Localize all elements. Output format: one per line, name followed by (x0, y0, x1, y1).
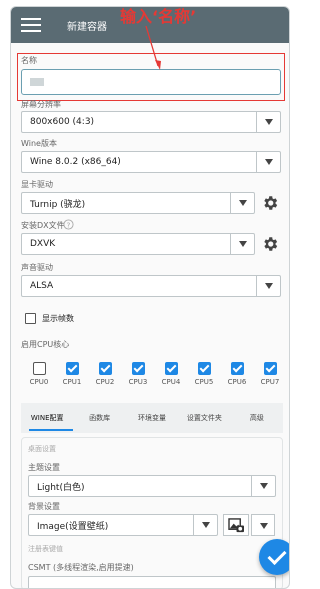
dropdown-arrow-icon (260, 523, 268, 529)
tab-folders[interactable]: 设置文件夹 (178, 413, 230, 423)
tab-bar: WINE配置 函数库 环境变量 设置文件夹 高级 (21, 403, 283, 433)
resolution-dropdown-button[interactable] (256, 112, 280, 132)
theme-select[interactable]: Light(白色) (28, 475, 276, 497)
name-label: 名称 (21, 56, 37, 65)
theme-dropdown-button[interactable] (251, 476, 275, 496)
resolution-value: 800x600 (4:3) (30, 117, 95, 127)
audio-driver-dropdown-button[interactable] (256, 276, 280, 296)
cpu-core-label: CPU5 (194, 378, 214, 386)
registry-keys-title: 注册表键值 (28, 545, 63, 553)
cpu-core-label: CPU6 (227, 378, 247, 386)
confirm-fab-button[interactable] (259, 539, 289, 575)
cpu-core-label: CPU3 (128, 378, 148, 386)
cpu-core-label: CPU0 (29, 378, 49, 386)
csmt-select[interactable] (28, 576, 276, 588)
dropdown-arrow-icon (238, 241, 247, 247)
gpu-driver-value: Turnip (骁龙) (30, 199, 86, 210)
dx-files-value: DXVK (30, 239, 56, 249)
gpu-driver-dropdown-button[interactable] (230, 193, 254, 213)
show-fps-checkbox[interactable] (25, 313, 36, 324)
page-title: 新建容器 (67, 21, 107, 33)
background-value: Image(设置壁纸) (37, 521, 109, 532)
background-label: 背景设置 (28, 502, 60, 511)
wine-version-select[interactable]: Wine 8.0.2 (x86_64) (21, 151, 281, 173)
cpu-core-label: CPU4 (161, 378, 181, 386)
cpu-core-item[interactable]: CPU4 (156, 362, 186, 386)
cpu-core-checkbox[interactable] (131, 362, 145, 375)
help-question-icon[interactable]: ? (63, 219, 74, 230)
resolution-select[interactable]: 800x600 (4:3) (21, 111, 281, 133)
audio-driver-value: ALSA (30, 281, 54, 291)
wine-version-label: Wine版本 (21, 139, 57, 148)
audio-driver-select[interactable]: ALSA (21, 275, 281, 297)
cpu-core-checkbox[interactable] (197, 362, 211, 375)
cpu-cores-label: 启用CPU核心 (21, 340, 70, 349)
wine-version-value: Wine 8.0.2 (x86_64) (30, 157, 121, 167)
tab-wine-config[interactable]: WINE配置 (21, 413, 73, 423)
show-fps-checkbox-row[interactable]: 显示帧数 (25, 313, 74, 324)
dropdown-arrow-icon (201, 522, 210, 528)
cpu-core-label: CPU2 (95, 378, 115, 386)
dx-files-select[interactable]: DXVK (21, 233, 255, 255)
cpu-core-checkbox[interactable] (263, 362, 277, 375)
cpu-core-checkbox[interactable] (65, 362, 79, 375)
desktop-settings-title: 桌面设置 (28, 445, 56, 453)
app-screen: 新建容器 名称 屏幕分辨率 800x600 (4:3) Wine版本 Wine … (10, 6, 290, 589)
audio-driver-label: 声音驱动 (21, 263, 53, 272)
gpu-driver-label: 显卡驱动 (21, 180, 53, 189)
cpu-core-item[interactable]: CPU0 (24, 362, 54, 386)
gpu-driver-select[interactable]: Turnip (骁龙) (21, 192, 255, 214)
theme-value: Light(白色) (37, 482, 85, 493)
dx-files-dropdown-button[interactable] (230, 234, 254, 254)
dropdown-arrow-icon (264, 159, 273, 165)
active-tab-indicator (29, 429, 73, 431)
cpu-core-checkbox[interactable] (164, 362, 178, 375)
svg-text:?: ? (67, 220, 71, 229)
dx-settings-gear-icon[interactable] (261, 235, 279, 253)
image-camera-icon (228, 518, 244, 533)
cpu-core-label: CPU7 (260, 378, 280, 386)
dropdown-arrow-icon (264, 283, 273, 289)
dx-files-label: 安装DX文件 (21, 221, 65, 230)
dropdown-arrow-icon (264, 119, 273, 125)
gpu-settings-gear-icon[interactable] (261, 194, 279, 212)
resolution-label: 屏幕分辨率 (21, 100, 61, 109)
name-input[interactable] (21, 69, 281, 95)
theme-label: 主题设置 (28, 463, 60, 472)
name-input-text-blurred (30, 78, 44, 86)
cpu-core-item[interactable]: CPU5 (189, 362, 219, 386)
cpu-core-label: CPU1 (62, 378, 82, 386)
cpu-core-item[interactable]: CPU1 (57, 362, 87, 386)
tab-advanced[interactable]: 高级 (231, 413, 283, 423)
wine-version-dropdown-button[interactable] (256, 152, 280, 172)
hamburger-menu-icon[interactable] (21, 18, 41, 32)
cpu-core-checkbox[interactable] (230, 362, 244, 375)
background-extra-dropdown[interactable] (251, 514, 275, 536)
annotation-label: 输入‘名称’ (120, 7, 197, 26)
csmt-label: CSMT (多线程渲染,启用提速) (28, 563, 134, 572)
cpu-core-item[interactable]: CPU3 (123, 362, 153, 386)
cpu-core-checkbox[interactable] (98, 362, 112, 375)
cpu-core-item[interactable]: CPU6 (222, 362, 252, 386)
tab-environment-variables[interactable]: 环境变量 (126, 413, 178, 423)
tab-libraries[interactable]: 函数库 (73, 413, 125, 423)
show-fps-label: 显示帧数 (42, 314, 74, 323)
cpu-core-item[interactable]: CPU7 (255, 362, 285, 386)
cpu-core-checkbox[interactable] (32, 362, 46, 375)
dropdown-arrow-icon (238, 200, 247, 206)
cpu-core-item[interactable]: CPU2 (90, 362, 120, 386)
background-image-button[interactable] (223, 514, 249, 536)
background-select[interactable]: Image(设置壁纸) (28, 514, 218, 536)
wine-config-panel: 桌面设置 主题设置 Light(白色) 背景设置 Image(设置壁纸) 注册表… (21, 437, 283, 588)
background-dropdown-button[interactable] (193, 515, 217, 535)
dropdown-arrow-icon (259, 483, 268, 489)
